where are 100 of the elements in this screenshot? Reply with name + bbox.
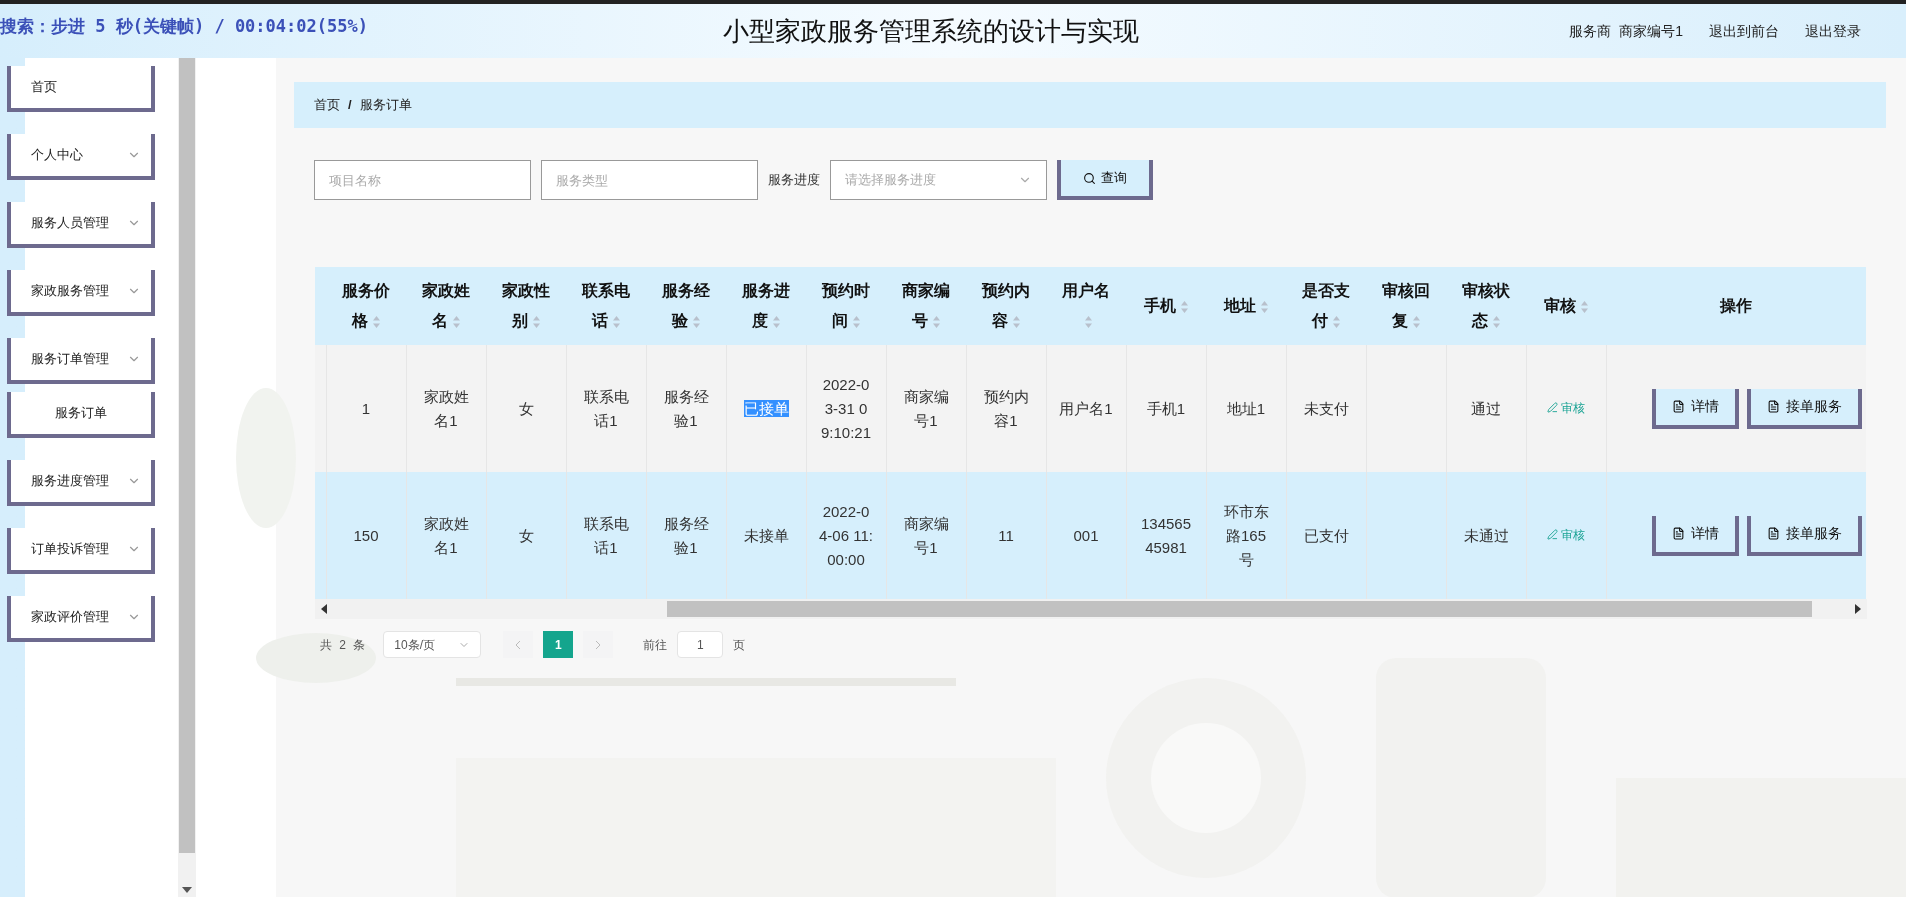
header-link[interactable]: 退出到前台 [1709,20,1779,42]
sidebar-item[interactable]: 订单投诉管理 [7,528,155,574]
search-icon [1083,171,1096,185]
table-cell: 150 [353,526,379,544]
sort-icon[interactable] [1083,314,1093,329]
table-cell: 女 [518,399,534,417]
table-cell: 服务经验1 [663,387,709,429]
table-cell: 手机1 [1146,399,1186,417]
chevron-right-icon [595,639,602,650]
action-button[interactable]: 详情 [1652,515,1739,556]
user-name: 商家编号1 [1619,21,1683,41]
document-icon [1672,400,1685,413]
table-cell: 商家编号1 [903,387,949,429]
column-header[interactable]: 服务进度 [726,267,806,345]
sort-icon[interactable] [931,314,941,329]
search-button[interactable]: 查询 [1057,160,1153,200]
table-cell: 环市东路165号 [1223,502,1269,568]
document-icon [1672,527,1685,540]
column-header[interactable]: 地址 [1206,267,1286,345]
user-role: 服务商 [1569,21,1612,41]
table-cell: 联系电话1 [583,514,629,556]
table-cell: 13456545981 [1140,514,1192,556]
column-header[interactable]: 审核状态 [1446,267,1526,345]
column-header[interactable]: 是否支付 [1286,267,1366,345]
sidebar-item[interactable]: 服务人员管理 [7,202,155,248]
table-cell: 未支付 [1303,399,1349,417]
sort-icon[interactable] [1579,299,1589,314]
table-cell: 通过 [1471,399,1501,417]
sort-icon[interactable] [851,314,861,329]
pencil-icon [1547,402,1558,413]
sort-icon[interactable] [371,314,381,329]
column-header[interactable]: 服务价格 [326,267,406,345]
table-cell: 家政姓名1 [423,387,469,429]
sort-icon[interactable] [451,314,461,329]
vertical-scrollbar[interactable] [178,58,196,897]
sort-icon[interactable] [1411,314,1421,329]
table-cell: 未通过 [1463,526,1509,544]
chevron-left-icon [515,639,522,650]
page-title: 小型家政服务管理系统的设计与实现 [722,14,1139,48]
column-header[interactable]: 手机 [1126,267,1206,345]
breadcrumb-separator: / [348,96,352,115]
table-cell: 已支付 [1303,526,1349,544]
column-header[interactable]: 服务经验 [646,267,726,345]
sidebar-item[interactable]: 首页 [7,66,155,112]
scroll-right-arrow-icon[interactable] [1855,604,1861,614]
sort-icon[interactable] [1259,299,1269,314]
goto-suffix: 页 [733,636,746,654]
document-icon [1767,527,1780,540]
action-button[interactable]: 接单服务 [1747,388,1862,429]
sidebar-item[interactable]: 服务进度管理 [7,460,155,506]
sort-icon[interactable] [531,314,541,329]
sidebar-item[interactable]: 家政评价管理 [7,596,155,642]
table-cell: 商家编号1 [903,514,949,556]
header-link[interactable]: 退出登录 [1805,20,1861,42]
sidebar-item[interactable]: 服务订单管理 [7,338,155,384]
column-header[interactable]: 联系电话 [566,267,646,345]
table-cell: 11 [998,526,1014,544]
column-header[interactable]: 预约时间 [806,267,886,345]
table-cell: 用户名1 [1059,399,1113,417]
column-header[interactable]: 商家编号 [886,267,966,345]
table-cell: 预约内容1 [983,387,1029,429]
column-header[interactable]: 审核回复 [1366,267,1446,345]
goto-label: 前往 [643,636,668,654]
column-header[interactable]: 预约内容 [966,267,1046,345]
action-button[interactable]: 接单服务 [1747,515,1862,556]
column-header[interactable]: 审核 [1526,267,1606,345]
column-header[interactable]: 用户名 [1046,267,1126,345]
column-header[interactable]: 家政姓名 [406,267,486,345]
total-count: 共 2 条 [320,636,368,654]
sort-icon[interactable] [611,314,621,329]
table-cell: 女 [518,526,534,544]
sort-icon[interactable] [691,314,701,329]
breadcrumb-link[interactable]: 首页 [314,95,340,115]
sidebar-item[interactable]: 个人中心 [7,134,155,180]
search-field[interactable]: 服务类型 [541,160,758,200]
action-button[interactable]: 详情 [1652,388,1739,429]
sort-icon[interactable] [1491,314,1501,329]
goto-page-field[interactable]: 1 [677,631,724,658]
sidebar-subitem[interactable]: 服务订单 [7,392,155,438]
osd-text: 搜索：步进 5 秒(关键帧) / 00:04:02(55%) [0,15,368,38]
table-cell: 联系电话1 [583,387,629,429]
scroll-down-arrow-icon[interactable] [182,887,192,893]
document-icon [1767,400,1780,413]
scroll-left-arrow-icon[interactable] [321,604,327,614]
sidebar-item[interactable]: 家政服务管理 [7,270,155,316]
horizontal-scrollbar[interactable] [315,599,1867,619]
column-header[interactable]: 家政性别 [486,267,566,345]
table-cell: 001 [1073,526,1099,544]
table-cell: 服务经验1 [663,514,709,556]
sort-icon[interactable] [1011,314,1021,329]
sort-icon[interactable] [1179,299,1189,314]
breadcrumb-link[interactable]: 服务订单 [359,95,412,115]
page-size-select[interactable]: 10条/页 [383,631,482,658]
table-cell: 2022-04-06 11:00:00 [819,502,873,568]
table-cell: 未接单 [743,526,789,544]
sort-icon[interactable] [1331,314,1341,329]
sort-icon[interactable] [771,314,781,329]
search-field[interactable]: 项目名称 [314,160,531,200]
table-cell: 2022-03-31 09:10:21 [820,375,871,441]
column-header[interactable]: 操作 [1606,267,1866,345]
